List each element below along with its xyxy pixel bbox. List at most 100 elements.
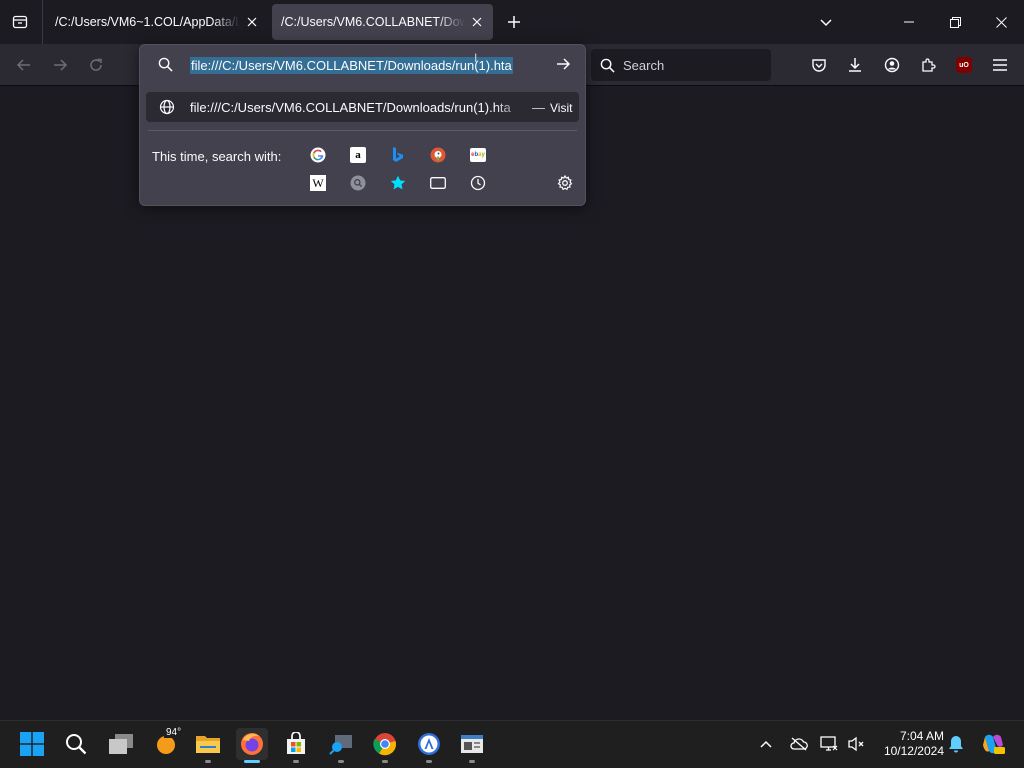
list-all-tabs-button[interactable]	[814, 10, 838, 34]
hamburger-menu-icon	[993, 59, 1007, 71]
running-indicator	[293, 760, 299, 763]
folder-icon	[196, 736, 220, 753]
firefox-view-icon	[12, 15, 28, 29]
tab-separator	[42, 0, 43, 44]
globe-icon	[159, 99, 175, 115]
close-window-button[interactable]	[978, 0, 1024, 44]
result-url: file:///C:/Users/VM6.COLLABNET/Downloads…	[190, 100, 511, 115]
bing-engine-button[interactable]	[388, 145, 408, 165]
onedrive-tray-icon[interactable]	[788, 724, 810, 764]
back-button[interactable]	[11, 52, 37, 78]
new-tab-button[interactable]	[502, 10, 526, 34]
puzzle-icon	[922, 58, 936, 72]
search-icon	[158, 57, 173, 72]
google-icon	[310, 147, 326, 163]
arrow-right-icon	[54, 59, 68, 71]
forward-button[interactable]	[47, 52, 73, 78]
pocket-button[interactable]	[806, 52, 832, 78]
clock-time: 7:04 AM	[899, 729, 944, 743]
ebay-engine-button[interactable]: ebay	[468, 145, 488, 165]
amazon-engine-button[interactable]: a	[348, 145, 368, 165]
system-clock[interactable]: 7:04 AM 10/12/2024	[872, 729, 944, 759]
search-with-label: This time, search with:	[152, 149, 282, 164]
close-icon	[995, 16, 1007, 28]
gear-icon	[557, 175, 573, 191]
search-bar[interactable]	[591, 49, 771, 81]
pocket-icon	[812, 59, 826, 72]
task-view-button[interactable]	[105, 728, 137, 760]
app-window-icon	[461, 735, 483, 753]
microsoft-store-button[interactable]	[280, 728, 312, 763]
window-app-button[interactable]	[456, 728, 488, 763]
tab-appdata[interactable]: /C:/Users/VM6~1.COL/AppData/Local/	[46, 4, 268, 40]
search-icon	[600, 58, 615, 73]
urlbar[interactable]: file:///C:/Users/VM6.COLLABNET/Downloads…	[140, 45, 585, 85]
volume-tray-icon[interactable]	[845, 724, 867, 764]
wikipedia-engine-button[interactable]: W	[308, 173, 328, 193]
tab-title: /C:/Users/VM6.COLLABNET/Downloads/	[281, 15, 465, 29]
search-settings-button[interactable]	[555, 173, 575, 193]
tab-downloads[interactable]: /C:/Users/VM6.COLLABNET/Downloads/	[272, 4, 493, 40]
network-monitor-icon	[820, 736, 838, 751]
urlbar-result-visit[interactable]: file:///C:/Users/VM6.COLLABNET/Downloads…	[146, 92, 579, 122]
weather-temperature: 94°	[164, 727, 184, 738]
history-icon	[470, 175, 486, 191]
windows-logo-icon	[20, 732, 44, 756]
taskbar-search-button[interactable]	[60, 728, 92, 760]
show-hidden-icons-button[interactable]	[756, 724, 776, 764]
minimize-button[interactable]	[886, 0, 932, 44]
downloads-button[interactable]	[842, 52, 868, 78]
running-indicator	[338, 760, 344, 763]
running-indicator	[469, 760, 475, 763]
volume-muted-icon	[848, 736, 864, 752]
file-explorer-button[interactable]	[192, 728, 224, 763]
extensions-button[interactable]	[915, 52, 941, 78]
tab-strip: /C:/Users/VM6~1.COL/AppData/Local/ /C:/U…	[0, 0, 1024, 44]
store-icon	[287, 732, 305, 754]
tabs-button[interactable]	[428, 173, 448, 193]
firefox-taskbar-button[interactable]	[236, 728, 268, 763]
search-icon	[66, 734, 87, 755]
app-store-icon	[418, 733, 440, 755]
app-menu-button[interactable]	[987, 52, 1013, 78]
task-view-icon	[109, 734, 133, 754]
copilot-icon	[983, 734, 1005, 754]
urlbar-dropdown: file:///C:/Users/VM6.COLLABNET/Downloads…	[139, 44, 586, 206]
amazon-icon: a	[350, 147, 366, 163]
notifications-button[interactable]	[946, 724, 966, 764]
text-cursor-icon: I	[474, 51, 478, 65]
google-engine-button[interactable]	[308, 145, 328, 165]
urlbar-input[interactable]: file:///C:/Users/VM6.COLLABNET/Downloads…	[190, 57, 513, 74]
result-action: Visit	[550, 101, 573, 115]
tab-close-button[interactable]	[244, 14, 260, 30]
remote-desktop-button[interactable]	[325, 728, 357, 763]
bookmarks-icon	[390, 175, 406, 190]
tab-close-button[interactable]	[469, 14, 485, 30]
go-arrow-icon[interactable]	[555, 56, 571, 72]
account-button[interactable]	[879, 52, 905, 78]
app-button[interactable]	[413, 728, 445, 763]
chevron-up-icon	[760, 740, 772, 748]
ebay-icon: ebay	[470, 148, 486, 162]
firefox-view-button[interactable]	[6, 8, 34, 36]
firefox-icon	[241, 733, 263, 755]
bookmarks-button[interactable]	[388, 173, 408, 193]
history-button[interactable]	[468, 173, 488, 193]
divider	[148, 130, 577, 131]
ublock-origin-button[interactable]: uO	[951, 52, 977, 78]
restore-button[interactable]	[932, 0, 978, 44]
start-button[interactable]	[16, 728, 48, 760]
restore-icon	[949, 16, 961, 28]
account-icon	[884, 57, 900, 73]
running-indicator	[426, 760, 432, 763]
running-indicator	[382, 760, 388, 763]
download-icon	[849, 58, 861, 72]
clock-date: 10/12/2024	[883, 744, 944, 758]
reload-button[interactable]	[83, 52, 109, 78]
network-tray-icon[interactable]	[818, 724, 840, 764]
chrome-button[interactable]	[369, 728, 401, 763]
search-input[interactable]	[621, 56, 765, 74]
copilot-button[interactable]	[978, 724, 1008, 764]
duckduckgo-engine-button[interactable]	[428, 145, 448, 165]
search-history-button[interactable]	[348, 173, 368, 193]
